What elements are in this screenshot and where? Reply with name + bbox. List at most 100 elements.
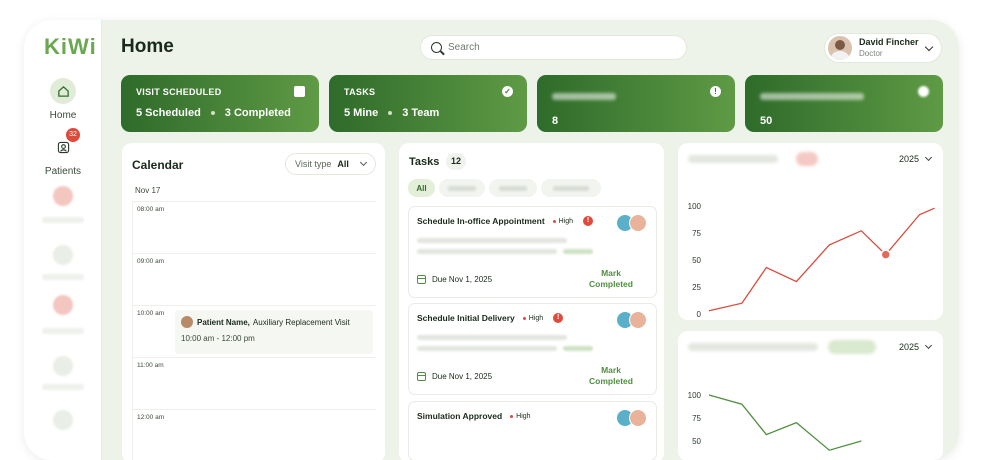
y-tick-label: 50 (692, 437, 701, 446)
tasks-panel: Tasks 12 All Schedule In-office Appointm… (399, 143, 664, 460)
mark-completed-button[interactable]: Mark Completed (581, 365, 641, 387)
stat-card-visits[interactable]: VISIT SCHEDULED 5 Scheduled 3 Completed (121, 75, 319, 132)
slot-time: 12:00 am (137, 414, 164, 421)
stat-card-tasks[interactable]: TASKS ✓ 5 Mine 3 Team (329, 75, 527, 132)
calendar-title: Calendar (132, 158, 183, 172)
calendar-panel: Calendar Visit type All Nov 17 08:00 am … (122, 143, 385, 460)
stat-card-blurred[interactable]: ! 8 (537, 75, 735, 132)
chart-card-2: 2025 1007550 (678, 331, 943, 460)
y-tick-label: 75 (692, 229, 701, 238)
y-tick-label: 100 (688, 202, 702, 211)
time-slot[interactable]: 11:00 am (132, 357, 376, 409)
chart-card-1: 2025 1007550250JanFebMarAprMayJunJulAugS… (678, 143, 943, 320)
y-tick-label: 50 (692, 256, 701, 265)
task-due-date: Due Nov 1, 2025 (432, 275, 492, 284)
stat-value: 3 Completed (225, 107, 291, 119)
home-icon (50, 78, 76, 104)
search-input[interactable]: Search (420, 35, 687, 60)
series-line (709, 208, 935, 311)
mark-completed-button[interactable]: Mark Completed (581, 268, 641, 290)
task-card[interactable]: Schedule Initial Delivery High ! Due Nov… (408, 303, 657, 395)
time-slot[interactable]: 10:00 am Patient Name, Auxiliary Replace… (132, 305, 376, 357)
app-frame: KiWi Home 32 Patients Home Search (24, 20, 959, 460)
chevron-down-icon (925, 43, 933, 51)
sidebar: KiWi Home 32 Patients (24, 20, 102, 460)
y-tick-label: 0 (697, 310, 702, 319)
check-icon: ✓ (502, 86, 513, 97)
tasks-count-badge: 12 (446, 153, 466, 170)
user-role: Doctor (859, 48, 919, 59)
tab-all[interactable]: All (408, 179, 435, 197)
task-description-blurred (417, 335, 567, 340)
line-chart-2: 1007550 (678, 331, 943, 460)
task-due: Due Nov 1, 2025 (417, 372, 492, 381)
time-slot[interactable]: 09:00 am (132, 253, 376, 305)
tab-blurred[interactable] (439, 179, 485, 197)
patient-avatar (181, 316, 193, 328)
stat-value: 5 Mine (344, 107, 378, 119)
stat-title-blurred (552, 93, 616, 100)
sidebar-item-blurred-label (42, 384, 84, 390)
task-name: Schedule Initial Delivery (417, 313, 515, 323)
stat-value: 3 Team (402, 107, 439, 119)
stat-value: 5 Scheduled (136, 107, 201, 119)
stat-title: TASKS (344, 87, 512, 97)
alert-icon: ! (553, 313, 563, 323)
line-chart-1: 1007550250JanFebMarAprMayJunJulAugSepOct… (678, 143, 943, 320)
stat-value: 8 (552, 115, 558, 127)
tasks-title: Tasks (409, 156, 439, 168)
notification-badge: 32 (66, 128, 80, 142)
task-card[interactable]: Simulation Approved High (408, 401, 657, 460)
chevron-down-icon (360, 159, 367, 166)
sidebar-item-patients[interactable]: 32 Patients (24, 134, 102, 177)
visit-type-label: Visit type (295, 159, 331, 169)
series-line (709, 395, 861, 450)
task-name: Simulation Approved (417, 411, 502, 421)
info-icon: ! (710, 86, 721, 97)
separator-dot (388, 111, 392, 115)
user-icon: 32 (50, 134, 76, 160)
sidebar-item-blurred[interactable] (53, 295, 73, 315)
sidebar-item-blurred[interactable] (53, 356, 73, 376)
search-placeholder: Search (448, 42, 480, 53)
search-icon (431, 42, 442, 53)
stat-title-blurred (760, 93, 864, 100)
visit-type-value: All (337, 159, 349, 169)
slot-time: 10:00 am (137, 310, 164, 317)
task-card[interactable]: Schedule In-office Appointment High ! Du… (408, 206, 657, 298)
slot-time: 11:00 am (137, 362, 164, 369)
calendar-icon (417, 275, 426, 284)
slot-time: 08:00 am (137, 206, 164, 213)
sidebar-item-blurred-label (42, 274, 84, 280)
visit-type-select[interactable]: Visit type All (285, 153, 376, 175)
user-menu[interactable]: David Fincher Doctor (824, 33, 942, 63)
priority-label: High (553, 218, 573, 225)
sidebar-item-blurred[interactable] (53, 186, 73, 206)
tab-blurred[interactable] (489, 179, 537, 197)
sidebar-item-blurred-label (42, 217, 84, 223)
y-tick-label: 25 (692, 283, 701, 292)
sidebar-item-label: Home (24, 110, 102, 121)
stat-card-blurred[interactable]: 50 (745, 75, 943, 132)
page-title: Home (121, 36, 174, 58)
y-tick-label: 100 (688, 391, 702, 400)
time-slot[interactable]: 12:00 am (132, 409, 376, 460)
alert-icon: ! (583, 216, 593, 226)
sidebar-item-home[interactable]: Home (24, 78, 102, 121)
sidebar-item-blurred[interactable] (53, 410, 73, 430)
circle-icon (918, 86, 929, 97)
sidebar-item-blurred[interactable] (53, 245, 73, 265)
calendar-icon (417, 372, 426, 381)
stat-title: VISIT SCHEDULED (136, 87, 304, 97)
appointment-card[interactable]: Patient Name, Auxiliary Replacement Visi… (175, 310, 373, 354)
sidebar-item-blurred-label (42, 328, 84, 334)
appointment-patient: Patient Name, (197, 318, 250, 327)
highlight-point (881, 250, 890, 259)
stat-value: 50 (760, 115, 772, 127)
task-due-date: Due Nov 1, 2025 (432, 372, 492, 381)
tab-blurred[interactable] (541, 179, 601, 197)
time-slot[interactable]: 08:00 am (132, 201, 376, 253)
priority-label: High (510, 413, 530, 420)
avatar (828, 36, 852, 60)
assignee-avatars (616, 214, 648, 234)
